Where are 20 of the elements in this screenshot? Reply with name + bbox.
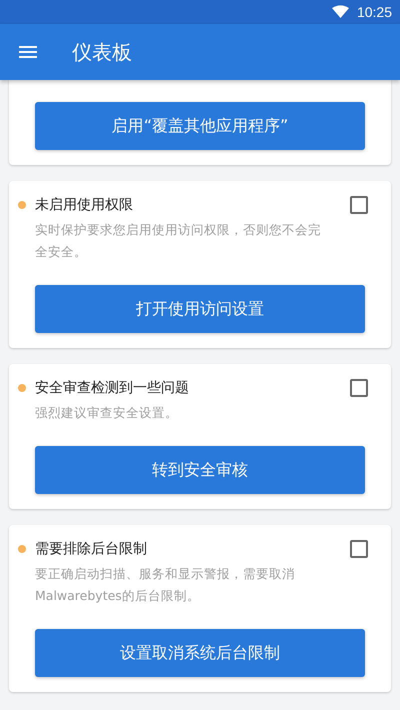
card-description: 实时保护要求您启用使用访问权限，否则您不会完全安全。 xyxy=(35,221,322,261)
wifi-icon xyxy=(332,5,349,19)
card-description: 要正确启动扫描、服务和显示警报，需要取消Malwarebytes的后台限制。 xyxy=(35,565,296,605)
card-description: 强烈建议审查安全设置。 xyxy=(35,404,179,422)
checkbox[interactable] xyxy=(350,540,368,558)
action-button[interactable]: 转到安全审核 xyxy=(35,446,365,494)
card-title: 未启用使用权限 xyxy=(35,196,134,214)
warning-dot xyxy=(18,201,26,209)
action-button[interactable]: 启用“覆盖其他应用程序” xyxy=(35,102,365,150)
warning-dot xyxy=(18,384,26,392)
action-button[interactable]: 设置取消系统后台限制 xyxy=(35,629,365,677)
card-title: 安全审查检测到一些问题 xyxy=(35,379,190,397)
checkbox[interactable] xyxy=(350,379,368,397)
menu-icon[interactable] xyxy=(19,46,37,58)
clock-time: 10:25 xyxy=(356,4,392,20)
card-title: 需要排除后台限制 xyxy=(35,540,148,558)
screen-title: 仪表板 xyxy=(72,38,132,66)
warning-dot xyxy=(18,545,26,553)
action-button[interactable]: 打开使用访问设置 xyxy=(35,285,365,333)
checkbox[interactable] xyxy=(350,196,368,214)
